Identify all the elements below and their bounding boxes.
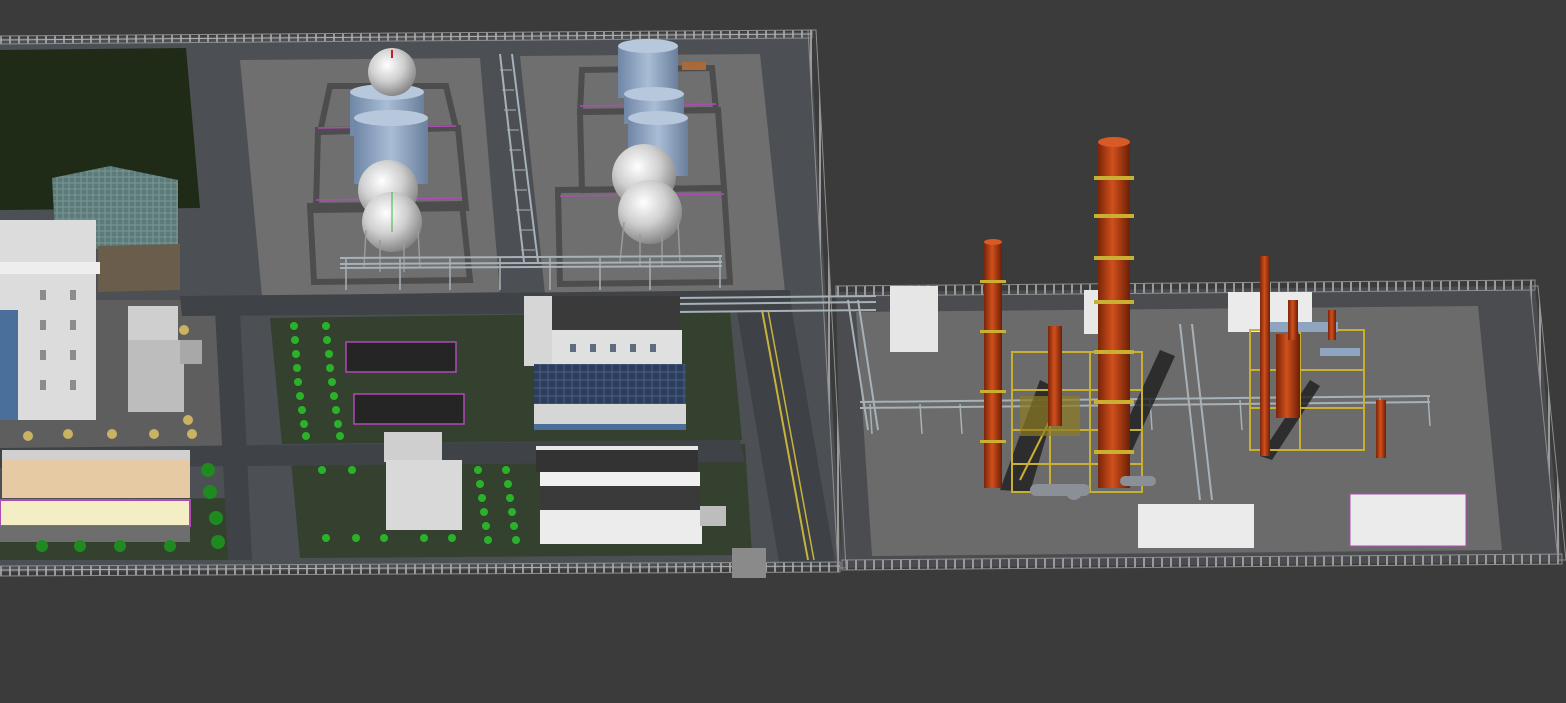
administration-building: [524, 296, 686, 430]
heat-exchanger: [1268, 322, 1338, 332]
warehouse-white: [536, 446, 726, 544]
gate-house: [732, 548, 766, 578]
3d-viewport[interactable]: [0, 0, 1566, 703]
industrial-plant-render: [0, 0, 1566, 703]
canteen-building: [0, 450, 191, 542]
